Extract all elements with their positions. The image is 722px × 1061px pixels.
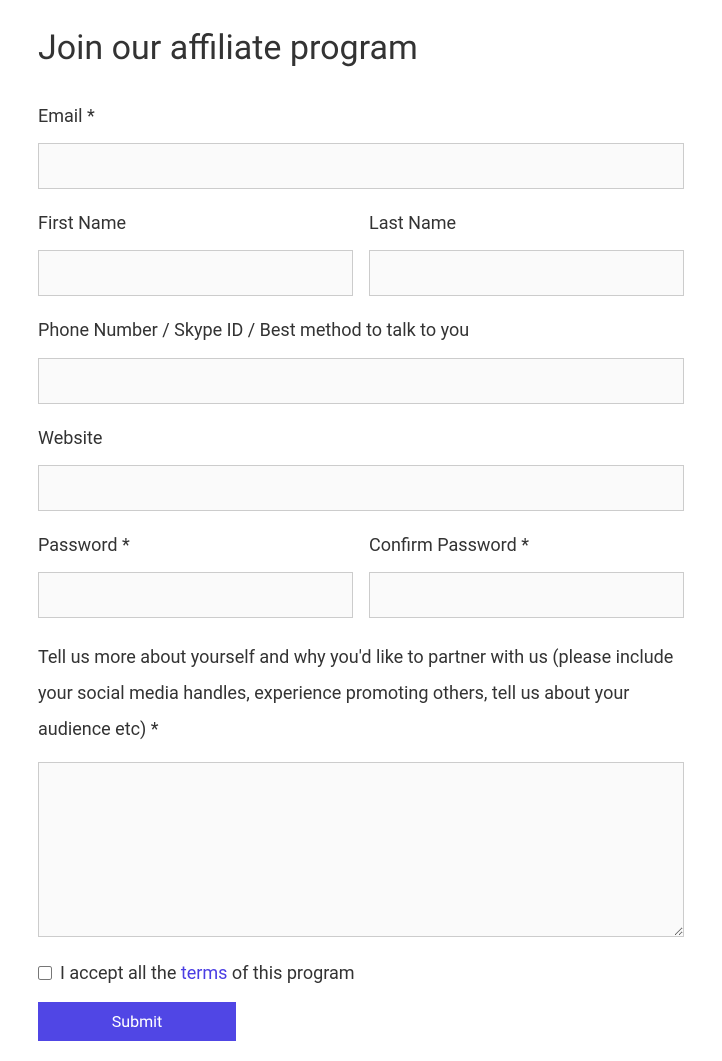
submit-button[interactable]: Submit <box>38 1002 236 1041</box>
page-title: Join our affiliate program <box>38 28 684 68</box>
terms-suffix: of this program <box>227 963 354 984</box>
email-label: Email * <box>38 104 684 129</box>
terms-prefix: I accept all the <box>60 963 181 984</box>
website-label: Website <box>38 426 684 451</box>
confirm-password-field[interactable] <box>369 572 684 618</box>
terms-checkbox[interactable] <box>38 966 52 980</box>
password-label: Password * <box>38 533 353 558</box>
terms-link[interactable]: terms <box>181 963 228 984</box>
about-label: Tell us more about yourself and why you'… <box>38 640 684 748</box>
phone-field[interactable] <box>38 358 684 404</box>
terms-text: I accept all the terms of this program <box>60 963 355 984</box>
website-field[interactable] <box>38 465 684 511</box>
affiliate-form: Email * First Name Last Name Phone Numbe… <box>38 104 684 1041</box>
confirm-password-label: Confirm Password * <box>369 533 684 558</box>
phone-label: Phone Number / Skype ID / Best method to… <box>38 318 684 343</box>
about-field[interactable] <box>38 762 684 937</box>
email-field[interactable] <box>38 143 684 189</box>
last-name-label: Last Name <box>369 211 684 236</box>
password-field[interactable] <box>38 572 353 618</box>
first-name-field[interactable] <box>38 250 353 296</box>
last-name-field[interactable] <box>369 250 684 296</box>
first-name-label: First Name <box>38 211 353 236</box>
